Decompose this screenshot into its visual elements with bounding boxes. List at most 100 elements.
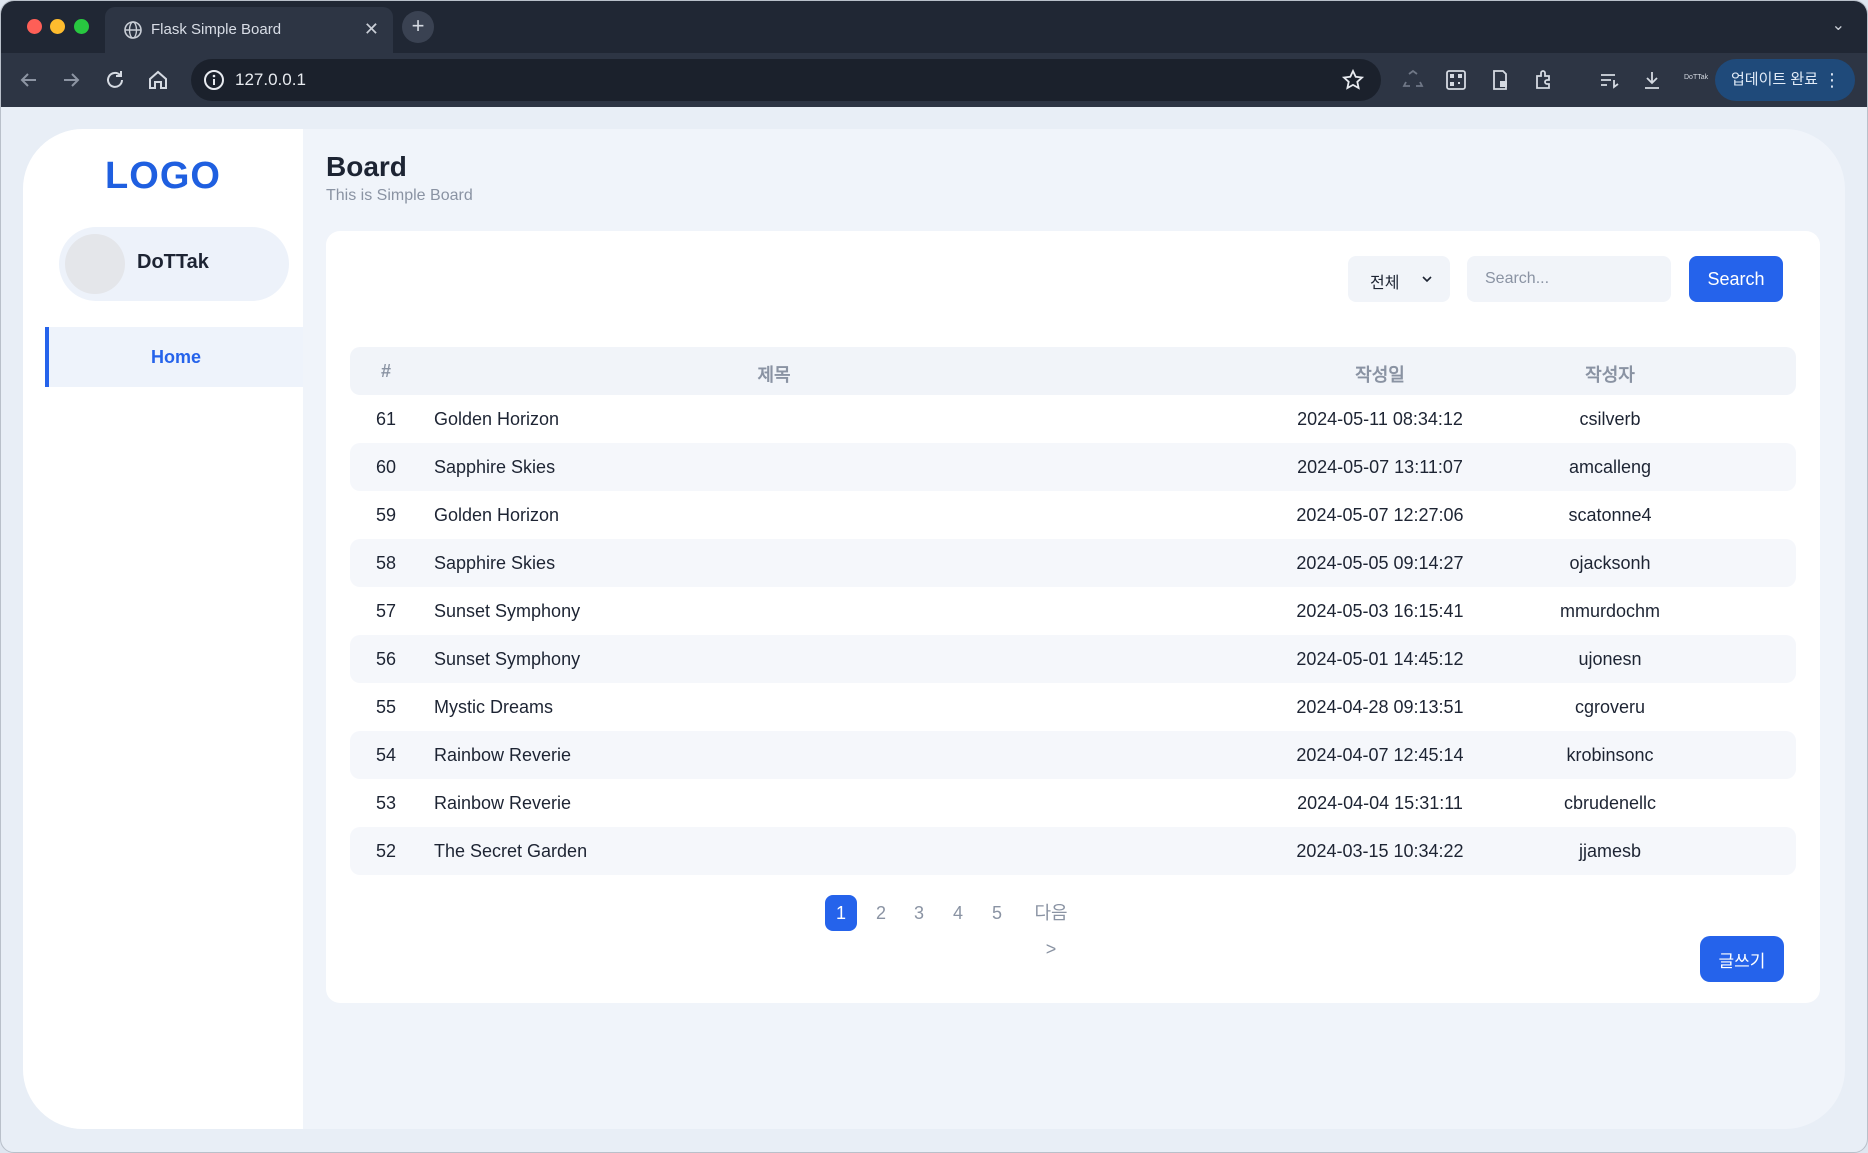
- row-number: 53: [375, 793, 397, 813]
- row-number: 61: [375, 409, 397, 429]
- row-title[interactable]: Mystic Dreams: [434, 697, 553, 718]
- url-text: 127.0.0.1: [235, 70, 306, 89]
- avatar: [65, 234, 125, 294]
- row-number: 52: [375, 841, 397, 861]
- row-date: 2024-04-28 09:13:51: [1296, 697, 1464, 717]
- sidebar-item-home[interactable]: Home: [45, 327, 303, 387]
- table-row[interactable]: 57 Sunset Symphony 2024-05-03 16:15:41 mmur…: [350, 587, 1796, 635]
- home-icon[interactable]: [146, 68, 170, 92]
- row-number: 60: [375, 457, 397, 477]
- row-author: jjamesb: [1578, 841, 1642, 861]
- maximize-window-button[interactable]: [74, 19, 89, 34]
- more-icon[interactable]: ⋮: [1823, 59, 1841, 101]
- pagination: 1 2 3 4 5 다음 >: [326, 895, 1820, 959]
- page-subtitle: This is Simple Board: [326, 187, 473, 204]
- row-author: mmurdochm: [1559, 601, 1661, 621]
- reload-icon[interactable]: [103, 68, 127, 92]
- row-author: amcalleng: [1568, 457, 1652, 477]
- forward-icon[interactable]: [59, 68, 83, 92]
- table-row[interactable]: 53 Rainbow Reverie 2024-04-04 15:31:11 cbru…: [350, 779, 1796, 827]
- download-icon[interactable]: [1640, 68, 1664, 92]
- select-value: 전체: [1370, 275, 1400, 292]
- qr-icon[interactable]: [1444, 68, 1468, 92]
- minimize-window-button[interactable]: [50, 19, 65, 34]
- row-title[interactable]: Golden Horizon: [434, 409, 559, 430]
- table-row[interactable]: 58 Sapphire Skies 2024-05-05 09:14:27 ojack…: [350, 539, 1796, 587]
- page: LOGO DoTTak Home Board This is Simple Bo…: [23, 129, 1845, 1129]
- row-title[interactable]: Sunset Symphony: [434, 601, 580, 622]
- table-row[interactable]: 61 Golden Horizon 2024-05-11 08:34:12 csilv…: [350, 395, 1796, 443]
- close-icon[interactable]: ✕: [364, 19, 379, 39]
- row-author: cbrudenellc: [1563, 793, 1657, 813]
- table-row[interactable]: 56 Sunset Symphony 2024-05-01 14:45:12 ujon…: [350, 635, 1796, 683]
- browser-toolbar: 127.0.0.1 DoTTak 업데이트 완료 ⋮: [1, 53, 1867, 107]
- table-row[interactable]: 52 The Secret Garden 2024-03-15 10:34:22 jj…: [350, 827, 1796, 875]
- column-header-title: 제목: [757, 365, 791, 385]
- plus-icon[interactable]: +: [402, 11, 434, 43]
- tab-bar: Flask Simple Board ✕ + ⌄: [1, 1, 1867, 53]
- address-bar[interactable]: 127.0.0.1: [191, 59, 1381, 101]
- write-button[interactable]: 글쓰기: [1700, 936, 1784, 982]
- update-button[interactable]: 업데이트 완료 ⋮: [1715, 59, 1855, 101]
- row-date: 2024-05-07 13:11:07: [1297, 457, 1463, 477]
- page-button[interactable]: 5: [981, 895, 1013, 931]
- row-date: 2024-05-03 16:15:41: [1296, 601, 1464, 621]
- row-number: 54: [375, 745, 397, 765]
- column-header-date: 작성일: [1355, 365, 1405, 385]
- table-row[interactable]: 54 Rainbow Reverie 2024-04-07 12:45:14 krob…: [350, 731, 1796, 779]
- logo[interactable]: LOGO: [23, 155, 303, 198]
- board-card: 전체 Search # 제목 작성일 작성자 61 Golden Horizon 2…: [326, 231, 1820, 1003]
- close-window-button[interactable]: [27, 19, 42, 34]
- row-title[interactable]: Golden Horizon: [434, 505, 559, 526]
- table-header: # 제목 작성일 작성자: [350, 347, 1796, 395]
- row-title[interactable]: Rainbow Reverie: [434, 745, 571, 766]
- table-row[interactable]: 55 Mystic Dreams 2024-04-28 09:13:51 cgrove…: [350, 683, 1796, 731]
- row-date: 2024-03-15 10:34:22: [1296, 841, 1464, 861]
- tab-title: Flask Simple Board: [151, 21, 282, 38]
- recycle-icon[interactable]: [1401, 68, 1425, 92]
- profile-name: DoTTak: [137, 251, 209, 273]
- table-row[interactable]: 60 Sapphire Skies 2024-05-07 13:11:07 amcal…: [350, 443, 1796, 491]
- row-title[interactable]: Rainbow Reverie: [434, 793, 571, 814]
- table-row[interactable]: 59 Golden Horizon 2024-05-07 12:27:06 scato…: [350, 491, 1796, 539]
- page-button[interactable]: 2: [865, 895, 897, 931]
- chevron-down-icon: [1422, 276, 1432, 283]
- page-button[interactable]: 3: [903, 895, 935, 931]
- puzzle-icon[interactable]: [1532, 68, 1556, 92]
- row-author: ojacksonh: [1569, 553, 1651, 573]
- sidebar: LOGO DoTTak Home: [23, 129, 303, 1129]
- row-number: 59: [375, 505, 397, 525]
- page-button[interactable]: 1: [825, 895, 857, 931]
- search-input[interactable]: [1467, 256, 1671, 302]
- queue-icon[interactable]: [1597, 68, 1621, 92]
- page-button[interactable]: 4: [942, 895, 974, 931]
- table-body: 61 Golden Horizon 2024-05-11 08:34:12 csilv…: [350, 395, 1796, 875]
- globe-icon: [124, 21, 142, 39]
- next-page-link[interactable]: 다음 >: [1028, 895, 1074, 959]
- row-title[interactable]: Sapphire Skies: [434, 457, 555, 478]
- row-number: 55: [375, 697, 397, 717]
- row-title[interactable]: Sapphire Skies: [434, 553, 555, 574]
- chevron-down-icon[interactable]: ⌄: [1832, 15, 1845, 35]
- row-author: ujonesn: [1578, 649, 1642, 669]
- row-title[interactable]: Sunset Symphony: [434, 649, 580, 670]
- row-date: 2024-05-11 08:34:12: [1297, 409, 1463, 429]
- category-select[interactable]: 전체: [1348, 256, 1450, 302]
- browser-tab[interactable]: Flask Simple Board ✕: [105, 7, 393, 53]
- star-icon[interactable]: [1341, 68, 1365, 92]
- row-author: cgroveru: [1574, 697, 1646, 717]
- document-icon[interactable]: [1488, 68, 1512, 92]
- row-date: 2024-05-05 09:14:27: [1296, 553, 1464, 573]
- back-icon[interactable]: [17, 68, 41, 92]
- row-date: 2024-05-01 14:45:12: [1296, 649, 1464, 669]
- row-date: 2024-04-07 12:45:14: [1296, 745, 1464, 765]
- column-header-author: 작성자: [1585, 365, 1635, 385]
- search-button[interactable]: Search: [1689, 256, 1783, 302]
- profile-card[interactable]: DoTTak: [59, 227, 289, 301]
- row-author: krobinsonc: [1566, 745, 1654, 765]
- board-table: # 제목 작성일 작성자 61 Golden Horizon 2024-05-11 …: [350, 347, 1796, 875]
- profile-extension[interactable]: DoTTak: [1684, 74, 1714, 98]
- info-icon[interactable]: [203, 69, 225, 91]
- row-title[interactable]: The Secret Garden: [434, 841, 587, 862]
- row-date: 2024-05-07 12:27:06: [1296, 505, 1464, 525]
